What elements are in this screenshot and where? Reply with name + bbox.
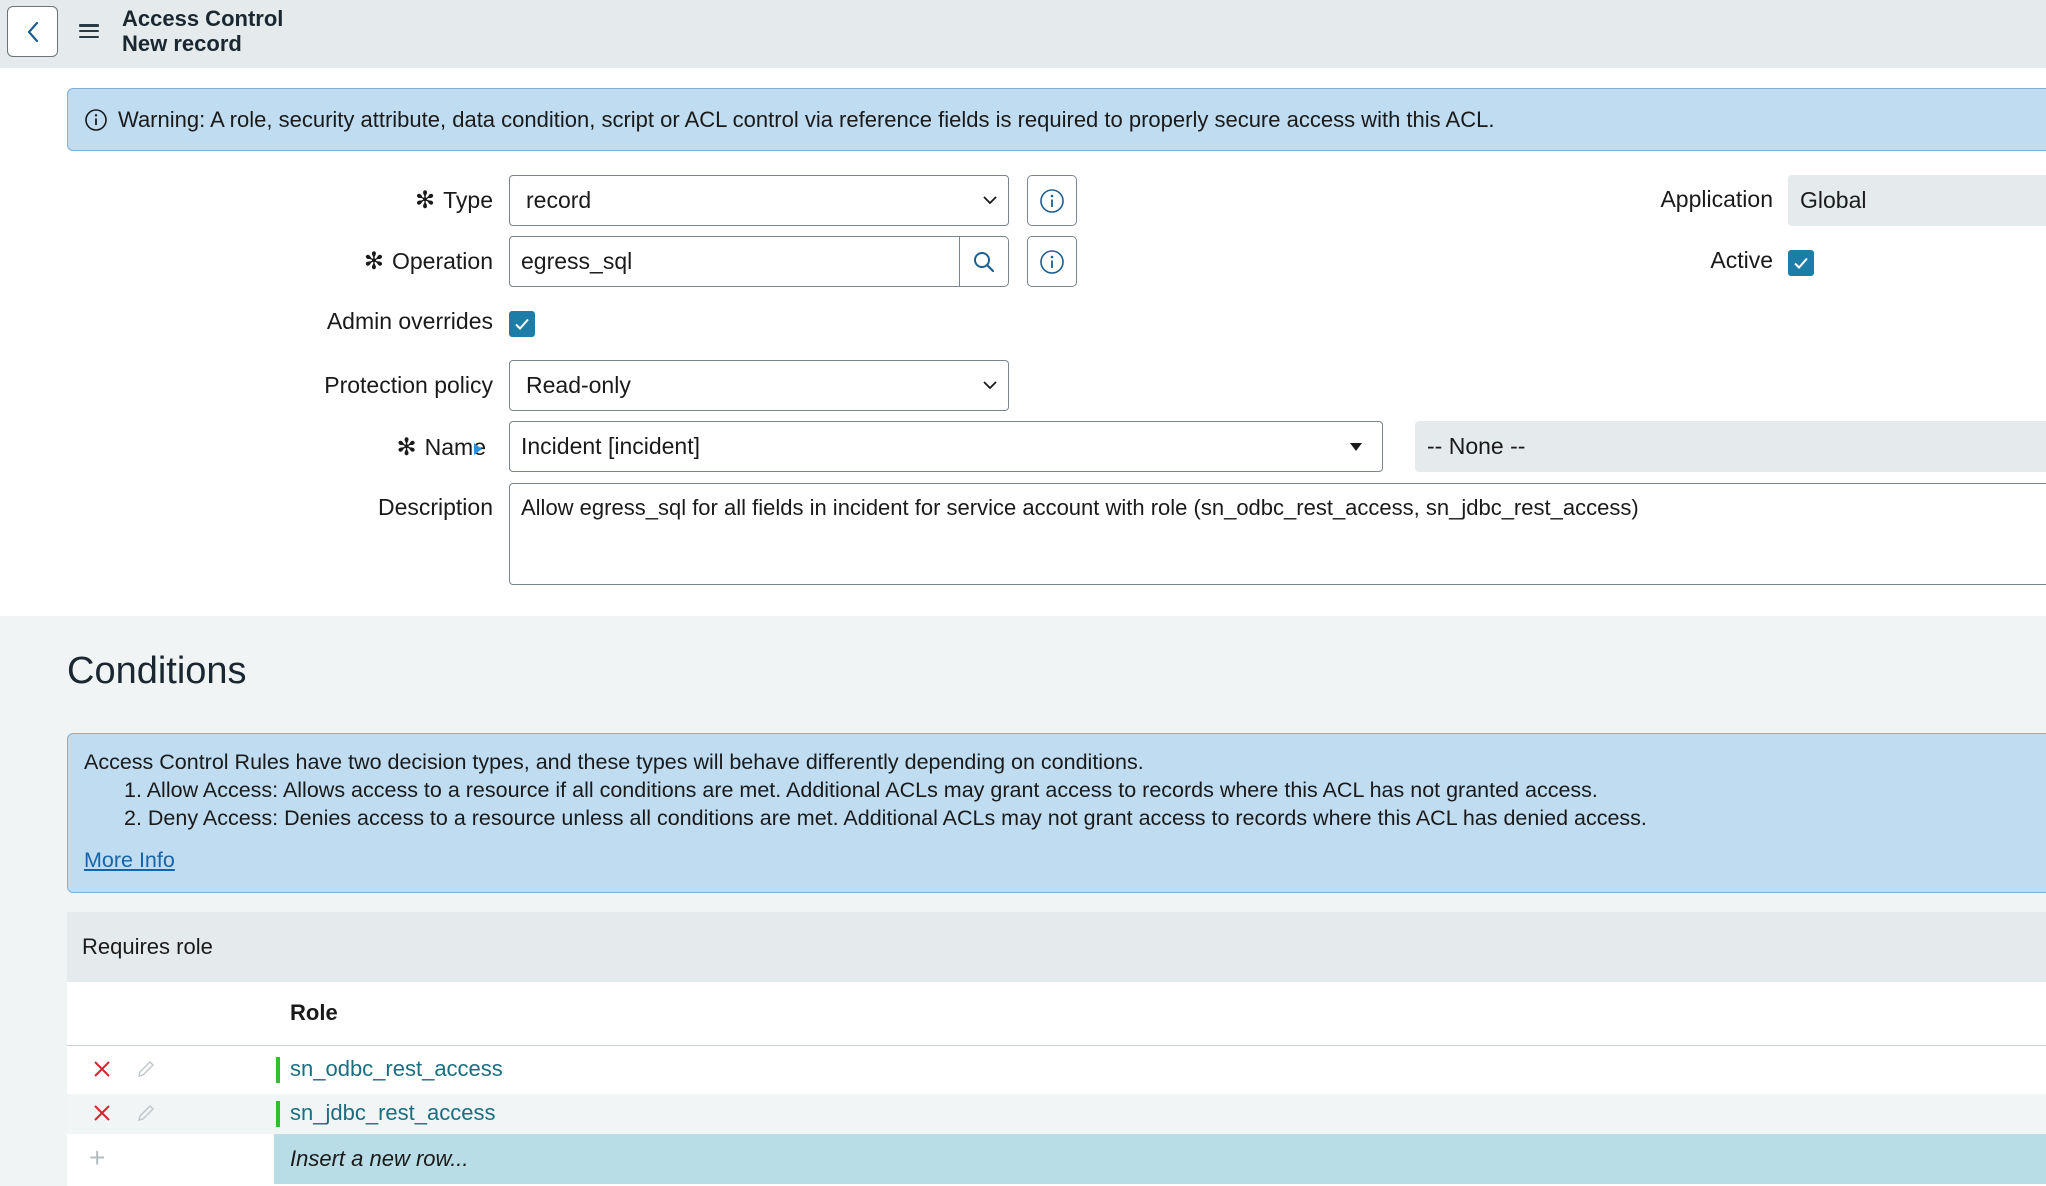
operation-input[interactable]: egress_sql	[509, 236, 961, 287]
admin-overrides-checkbox[interactable]	[509, 311, 535, 337]
page-subtitle: New record	[122, 31, 242, 56]
name-table-select[interactable]: Incident [incident]	[509, 421, 1383, 472]
name-table-value: Incident [incident]	[521, 433, 701, 459]
role-name[interactable]: sn_jdbc_rest_access	[290, 1100, 495, 1126]
search-icon	[974, 251, 995, 272]
delete-icon[interactable]	[91, 1102, 113, 1124]
required-asterisk-icon: ✻	[396, 434, 417, 461]
status-bar	[276, 1057, 280, 1083]
protection-policy-value: Read-only	[526, 372, 631, 398]
chevron-left-icon	[27, 21, 38, 42]
caret-down-icon	[1350, 443, 1362, 451]
page-header: Access Control New record	[0, 0, 2046, 68]
info-line: 1. Allow Access: Allows access to a reso…	[124, 778, 1598, 802]
description-textarea[interactable]: Allow egress_sql for all fields in incid…	[509, 483, 2046, 585]
type-label: ✻ Type	[415, 187, 493, 214]
table-row: sn_jdbc_rest_access	[67, 1094, 2046, 1134]
conditions-heading: Conditions	[67, 650, 247, 692]
checkmark-icon	[1794, 257, 1808, 269]
back-button[interactable]	[7, 6, 58, 57]
role-name[interactable]: sn_odbc_rest_access	[290, 1056, 503, 1082]
role-column-label: Role	[290, 1000, 338, 1025]
info-icon	[1040, 249, 1064, 274]
type-info-button[interactable]	[1027, 175, 1077, 226]
delete-icon[interactable]	[91, 1058, 113, 1080]
info-line: 2. Deny Access: Denies access to a resou…	[124, 806, 1647, 830]
active-label: Active	[1710, 247, 1773, 273]
checkmark-icon	[515, 318, 529, 330]
name-field-select[interactable]: -- None --	[1415, 421, 2046, 472]
add-icon[interactable]: +	[89, 1144, 105, 1172]
requires-role-panel: Requires role Role sn_odbc_rest_access s…	[67, 912, 2046, 1186]
chevron-down-icon	[983, 196, 997, 205]
conditions-info-box: Access Control Rules have two decision t…	[67, 733, 2046, 893]
insert-row: + Insert a new row...	[67, 1134, 2046, 1184]
operation-info-button[interactable]	[1027, 236, 1077, 287]
page-title: Access Control	[122, 6, 284, 31]
active-checkbox[interactable]	[1788, 250, 1814, 276]
operation-label: ✻ Operation	[363, 248, 493, 275]
type-select-value: record	[526, 187, 592, 213]
pencil-icon[interactable]	[135, 1058, 157, 1080]
application-field: Global	[1788, 175, 2046, 226]
requires-role-header: Requires role	[67, 912, 2046, 982]
info-icon	[85, 108, 107, 131]
role-column-header: Role	[67, 982, 2046, 1046]
info-icon	[1040, 188, 1064, 213]
required-asterisk-icon: ✻	[415, 187, 436, 214]
type-select[interactable]: record	[509, 175, 1009, 226]
warning-text: Warning: A role, security attribute, dat…	[118, 106, 1495, 132]
pencil-icon[interactable]	[135, 1102, 157, 1124]
info-line: Access Control Rules have two decision t…	[84, 750, 1144, 774]
insert-new-row-input[interactable]: Insert a new row...	[274, 1134, 2046, 1184]
chevron-down-icon	[983, 381, 997, 390]
description-label: Description	[377, 494, 493, 520]
admin-overrides-label: Admin overrides	[326, 308, 493, 334]
status-bar	[276, 1101, 280, 1127]
protection-policy-select[interactable]: Read-only	[509, 360, 1009, 411]
more-info-link[interactable]: More Info	[84, 848, 175, 873]
expand-triangle-icon[interactable]	[473, 442, 483, 456]
table-row: sn_odbc_rest_access	[67, 1046, 2046, 1094]
acl-warning-banner: Warning: A role, security attribute, dat…	[67, 88, 2046, 151]
protection-policy-label: Protection policy	[324, 372, 493, 398]
required-asterisk-icon: ✻	[363, 248, 384, 275]
hamburger-menu-icon[interactable]	[79, 22, 99, 40]
operation-lookup-button[interactable]	[959, 236, 1009, 287]
application-label: Application	[1660, 186, 1773, 212]
